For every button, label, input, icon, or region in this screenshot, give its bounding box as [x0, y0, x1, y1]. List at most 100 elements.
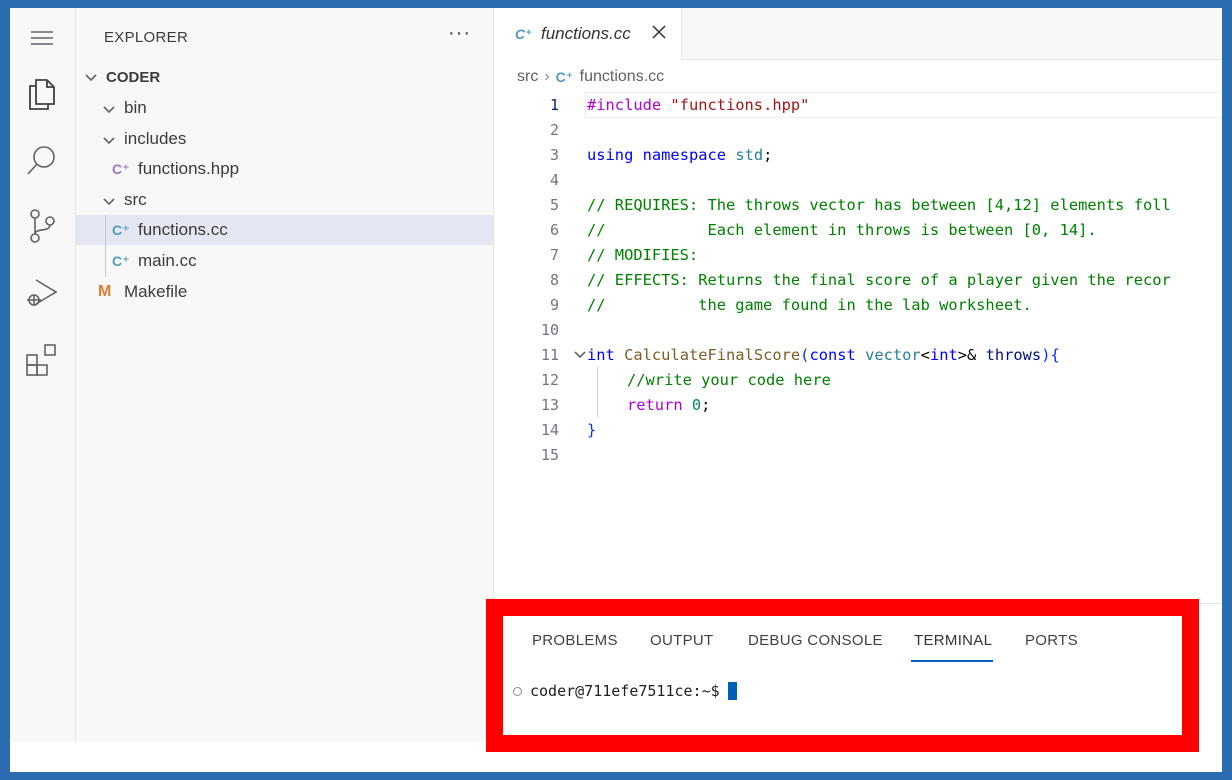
code-line-9[interactable]: 9 // the game found in the lab worksheet… [495, 292, 1222, 317]
code-line-12[interactable]: 12 //write your code here [495, 367, 1222, 392]
tree-item-src[interactable]: src [76, 185, 494, 215]
tree-item-bin[interactable]: bin [76, 93, 494, 123]
code-token: } [587, 420, 597, 439]
source-control-icon[interactable] [22, 206, 62, 246]
extensions-icon[interactable] [22, 340, 62, 380]
cpp-file-icon: C⁺ [555, 68, 574, 85]
code-token: throws [985, 345, 1042, 364]
indent-guide [105, 215, 106, 277]
tree-item-label: functions.hpp [138, 159, 240, 178]
root-folder-label: CODER [106, 68, 161, 86]
line-number: 15 [540, 445, 559, 464]
code-comment: // EFFECTS: Returns the final score of a… [587, 270, 1171, 289]
line-number: 2 [549, 120, 559, 139]
code-line-13[interactable]: 13 return 0; [495, 392, 1222, 417]
code-line-15[interactable]: 15 [495, 442, 1222, 467]
line-number: 10 [540, 320, 559, 339]
code-comment: // REQUIRES: The throws vector has betwe… [587, 195, 1171, 214]
line-number: 6 [549, 220, 559, 239]
tree-item-functions-hpp[interactable]: C⁺ functions.hpp [76, 154, 494, 184]
panel-tab-ports[interactable]: PORTS [1025, 632, 1078, 649]
explorer-sidebar: EXPLORER ··· CODER bin includes C⁺ funct… [76, 8, 494, 742]
code-line-8[interactable]: 8 // EFFECTS: Returns the final score of… [495, 267, 1222, 292]
tab-functions-cc[interactable]: C⁺ functions.cc [495, 8, 682, 60]
tree-item-main-cc[interactable]: C⁺ main.cc [76, 246, 494, 276]
code-comment: // the game found in the lab worksheet. [587, 295, 1032, 314]
panel-tab-debug-console[interactable]: DEBUG CONSOLE [748, 632, 883, 649]
tree-item-label: bin [124, 98, 147, 117]
code-token: std [735, 145, 764, 164]
code-line-2[interactable]: 2 [495, 117, 1222, 142]
makefile-icon: M [98, 283, 112, 300]
tree-item-label: main.cc [138, 251, 197, 270]
line-number: 13 [540, 395, 559, 414]
code-line-5[interactable]: 5 // REQUIRES: The throws vector has bet… [495, 192, 1222, 217]
code-line-7[interactable]: 7 // MODIFIES: [495, 242, 1222, 267]
menu-icon[interactable] [22, 18, 62, 58]
code-token: 0 [691, 395, 702, 414]
code-token: ; [701, 395, 711, 414]
panel-tab-problems[interactable]: PROBLEMS [532, 632, 618, 649]
code-token: >& [957, 345, 977, 364]
circle-icon [513, 686, 522, 696]
tab-label: functions.cc [541, 24, 631, 43]
code-token: #include [587, 95, 671, 114]
cpp-file-icon: C⁺ [112, 252, 130, 269]
code-token: CalculateFinalScore [624, 345, 801, 364]
tree-item-makefile[interactable]: M Makefile [76, 277, 494, 307]
line-number: 5 [549, 195, 559, 214]
explorer-files-icon[interactable] [22, 74, 62, 114]
chevron-down-icon [102, 132, 116, 146]
indent-guide [597, 367, 598, 417]
close-icon[interactable] [649, 22, 669, 42]
code-comment: //write your code here [627, 370, 831, 389]
line-number: 11 [540, 345, 559, 364]
code-token: return [627, 395, 683, 414]
line-number: 1 [549, 95, 559, 114]
activity-bar [10, 8, 76, 742]
tree-item-label: includes [124, 129, 187, 148]
code-line-3[interactable]: 3 using namespace std; [495, 142, 1222, 167]
code-comment: // MODIFIES: [587, 245, 699, 264]
line-number: 3 [549, 145, 559, 164]
line-number: 14 [540, 420, 559, 439]
code-token: int [587, 345, 615, 364]
tree-item-functions-cc[interactable]: C⁺ functions.cc [76, 215, 494, 245]
window-frame: EXPLORER ··· CODER bin includes C⁺ funct… [0, 0, 1232, 780]
code-token: using [587, 145, 634, 164]
tree-item-label: Makefile [124, 282, 188, 301]
search-icon[interactable] [22, 140, 62, 180]
code-line-1[interactable]: 1 #include "functions.hpp" [495, 92, 1222, 117]
breadcrumb-item[interactable]: functions.cc [580, 68, 664, 86]
more-actions-icon[interactable]: ··· [448, 22, 471, 45]
terminal-prompt-line[interactable]: coder@711efe7511ce:~$ [513, 682, 737, 700]
code-line-4[interactable]: 4 [495, 167, 1222, 192]
code-token: < [920, 345, 930, 364]
code-token: ; [763, 145, 773, 164]
code-line-11[interactable]: 11 int CalculateFinalScore(const vector<… [495, 342, 1222, 367]
line-number: 9 [549, 295, 559, 314]
code-line-14[interactable]: 14 } [495, 417, 1222, 442]
line-number: 12 [540, 370, 559, 389]
cpp-file-icon: C⁺ [112, 221, 130, 238]
panel-tab-output[interactable]: OUTPUT [650, 632, 713, 649]
code-line-10[interactable]: 10 [495, 317, 1222, 342]
breadcrumb-item[interactable]: src [517, 68, 538, 86]
code-line-6[interactable]: 6 // Each element in throws is between [… [495, 217, 1222, 242]
panel-tab-terminal[interactable]: TERMINAL [914, 632, 992, 649]
code-token: vector [865, 345, 921, 364]
terminal-prompt: coder@711efe7511ce:~$ [530, 682, 720, 700]
chevron-down-icon [84, 70, 98, 84]
run-debug-icon[interactable] [22, 272, 62, 312]
cpp-file-icon: C⁺ [515, 25, 533, 42]
explorer-root-folder[interactable]: CODER [76, 62, 494, 92]
chevron-right-icon: › [544, 68, 550, 85]
tree-item-includes[interactable]: includes [76, 124, 494, 154]
code-token: "functions.hpp" [670, 95, 810, 114]
code-token: ){ [1041, 345, 1060, 364]
terminal-cursor [727, 682, 737, 700]
fold-chevron-down-icon[interactable] [573, 348, 587, 362]
code-token: namespace [642, 145, 727, 164]
code-token: int [929, 345, 958, 364]
code-comment: // Each element in throws is between [0,… [587, 220, 1097, 239]
